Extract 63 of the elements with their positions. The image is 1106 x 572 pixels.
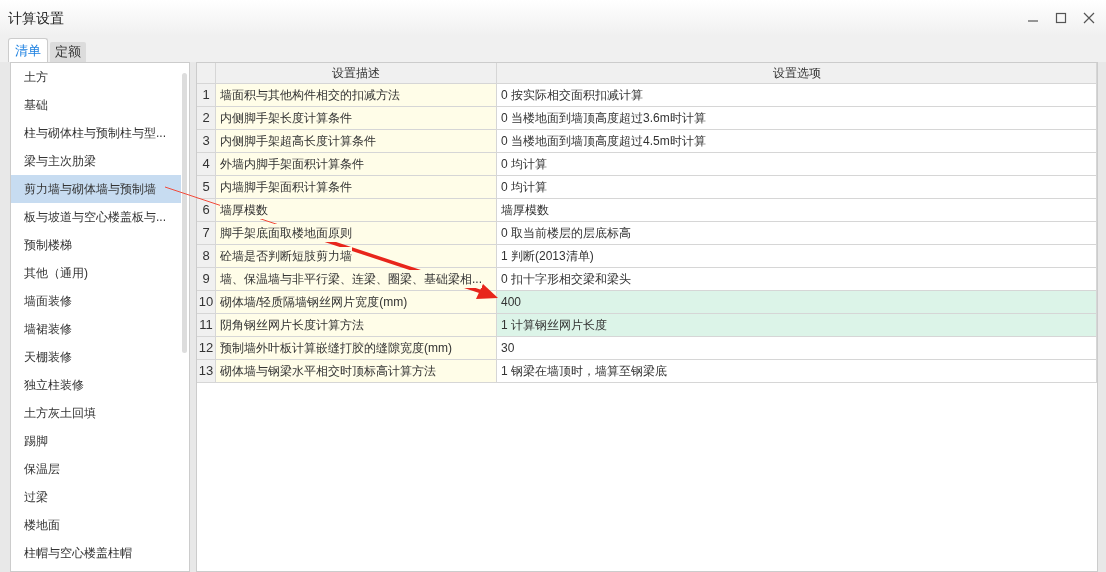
sidebar-item[interactable]: 保温层 bbox=[11, 455, 181, 483]
sidebar-item[interactable]: 柱与砌体柱与预制柱与型... bbox=[11, 119, 181, 147]
table-cell[interactable]: 0 均计算 bbox=[497, 153, 1097, 176]
row-number: 2 bbox=[197, 107, 216, 130]
row-number: 7 bbox=[197, 222, 216, 245]
row-number: 11 bbox=[197, 314, 216, 337]
row-number: 4 bbox=[197, 153, 216, 176]
row-number: 9 bbox=[197, 268, 216, 291]
table-cell[interactable]: 0 均计算 bbox=[497, 176, 1097, 199]
table-cell: 预制墙外叶板计算嵌缝打胶的缝隙宽度(mm) bbox=[220, 339, 452, 357]
sidebar-item[interactable]: 土方灰土回填 bbox=[11, 399, 181, 427]
row-number: 12 bbox=[197, 337, 216, 360]
row-number: 1 bbox=[197, 84, 216, 107]
sidebar-item[interactable]: 梁与主次肋梁 bbox=[11, 147, 181, 175]
table-cell[interactable]: 0 取当前楼层的层底标高 bbox=[497, 222, 1097, 245]
sidebar-item[interactable]: 板与坡道与空心楼盖板与... bbox=[11, 203, 181, 231]
table-cell[interactable]: 0 当楼地面到墙顶高度超过4.5m时计算 bbox=[497, 130, 1097, 153]
tab[interactable]: 定额 bbox=[50, 42, 86, 62]
table-cell: 阴角钢丝网片长度计算方法 bbox=[220, 316, 364, 334]
table-cell: 砼墙是否判断短肢剪力墙 bbox=[220, 247, 352, 265]
sidebar-item[interactable]: 柱帽与空心楼盖柱帽 bbox=[11, 539, 181, 567]
table-cell[interactable]: 0 按实际相交面积扣减计算 bbox=[497, 84, 1097, 107]
tab[interactable]: 清单 bbox=[8, 38, 48, 62]
row-number: 5 bbox=[197, 176, 216, 199]
table-cell: 脚手架底面取楼地面原则 bbox=[220, 224, 352, 242]
sidebar-item[interactable]: 过梁 bbox=[11, 483, 181, 511]
close-icon[interactable] bbox=[1082, 11, 1096, 25]
table-cell[interactable]: 30 bbox=[497, 337, 1097, 360]
row-number: 6 bbox=[197, 199, 216, 222]
sidebar-item[interactable]: 楼地面 bbox=[11, 511, 181, 539]
table-cell[interactable]: 1 计算钢丝网片长度 bbox=[497, 314, 1097, 337]
sidebar-item[interactable]: 土方 bbox=[11, 63, 181, 91]
row-number: 10 bbox=[197, 291, 216, 314]
sidebar-item[interactable]: 基础 bbox=[11, 91, 181, 119]
table-cell: 内侧脚手架长度计算条件 bbox=[220, 109, 352, 127]
row-number: 13 bbox=[197, 360, 216, 383]
sidebar-item[interactable]: 墙面装修 bbox=[11, 287, 181, 315]
scrollbar[interactable] bbox=[182, 73, 187, 353]
sidebar-item[interactable]: 预制楼梯 bbox=[11, 231, 181, 259]
table-cell: 外墙内脚手架面积计算条件 bbox=[220, 155, 364, 173]
table-cell[interactable]: 墙厚模数 bbox=[497, 199, 1097, 222]
table-cell[interactable]: 1 钢梁在墙顶时，墙算至钢梁底 bbox=[497, 360, 1097, 383]
row-number: 8 bbox=[197, 245, 216, 268]
maximize-icon[interactable] bbox=[1054, 11, 1068, 25]
sidebar-item[interactable]: 天棚装修 bbox=[11, 343, 181, 371]
sidebar-item[interactable]: 墙裙装修 bbox=[11, 315, 181, 343]
table-cell: 砌体墙与钢梁水平相交时顶标高计算方法 bbox=[220, 362, 436, 380]
table-cell: 墙面积与其他构件相交的扣减方法 bbox=[220, 86, 400, 104]
sidebar-item[interactable]: 剪力墙与砌体墙与预制墙 bbox=[11, 175, 181, 203]
row-number: 3 bbox=[197, 130, 216, 153]
table-cell[interactable]: 400 bbox=[497, 291, 1097, 314]
sidebar-item[interactable]: 其他（通用) bbox=[11, 259, 181, 287]
table-cell: 墙、保温墙与非平行梁、连梁、圈梁、基础梁相... bbox=[220, 270, 482, 288]
sidebar-item[interactable]: 踢脚 bbox=[11, 427, 181, 455]
table-cell: 内侧脚手架超高长度计算条件 bbox=[220, 132, 376, 150]
table-cell[interactable]: 0 扣十字形相交梁和梁头 bbox=[497, 268, 1097, 291]
table-cell[interactable]: 1 判断(2013清单) bbox=[497, 245, 1097, 268]
table-cell[interactable]: 0 当楼地面到墙顶高度超过3.6m时计算 bbox=[497, 107, 1097, 130]
table-cell: 内墙脚手架面积计算条件 bbox=[220, 178, 352, 196]
window-title: 计算设置 bbox=[8, 8, 64, 28]
table-cell: 砌体墙/轻质隔墙钢丝网片宽度(mm) bbox=[220, 293, 408, 311]
sidebar-item[interactable]: 独立柱装修 bbox=[11, 371, 181, 399]
table-cell: 墙厚模数 bbox=[220, 201, 268, 219]
